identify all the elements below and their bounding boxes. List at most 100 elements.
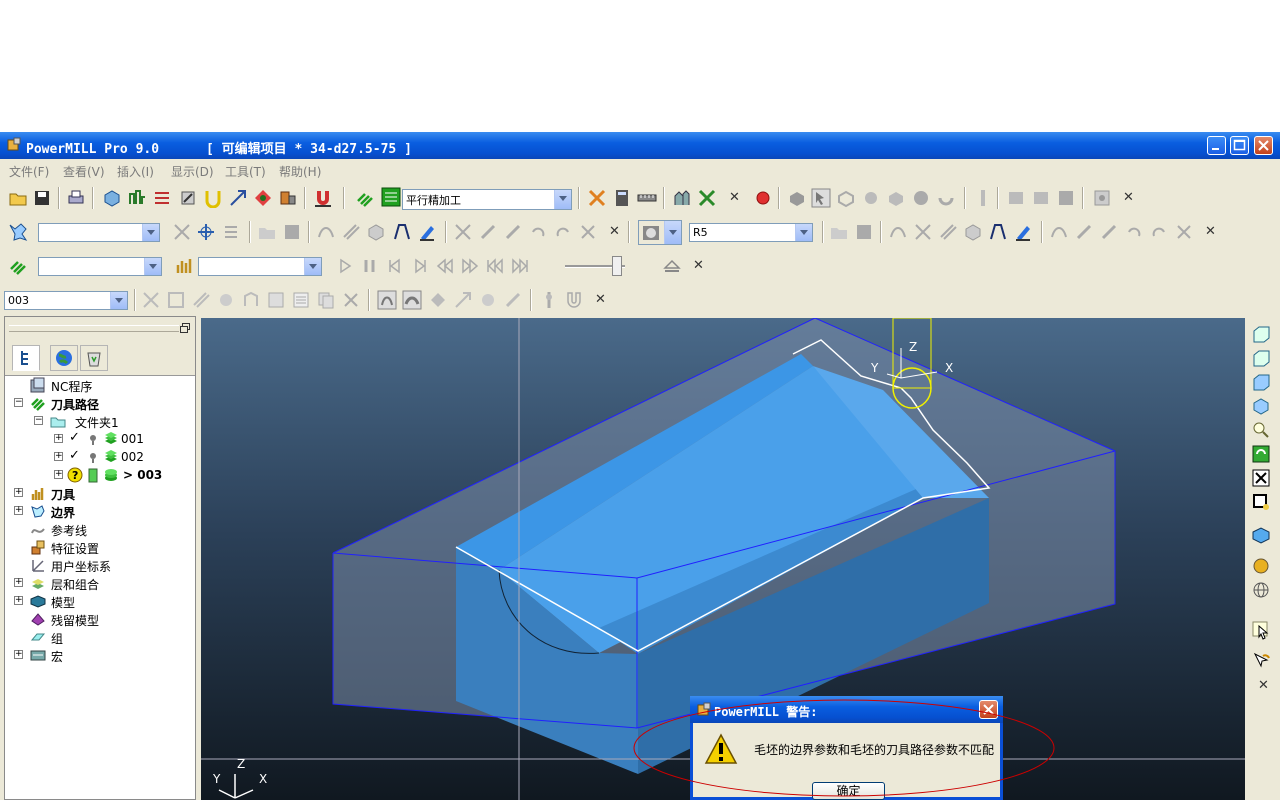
menu-display[interactable]: 显示(D) — [171, 163, 214, 180]
chevron-down-icon[interactable] — [142, 224, 159, 241]
offset-icon[interactable] — [341, 222, 361, 242]
tool-delete-icon[interactable] — [1049, 222, 1069, 242]
expand-icon[interactable]: + — [14, 506, 23, 515]
tool-holder-icon[interactable] — [175, 256, 195, 276]
strategy-combo[interactable]: 平行精加工 — [402, 189, 572, 210]
restore-icon[interactable] — [180, 323, 190, 333]
ruler-icon[interactable] — [973, 188, 993, 208]
step-forward-icon[interactable] — [410, 256, 430, 276]
toolpath-icon[interactable] — [8, 256, 28, 276]
slider-handle[interactable] — [612, 256, 622, 276]
redo-icon[interactable] — [553, 222, 573, 242]
panel-grip[interactable] — [9, 325, 179, 332]
tree-item-boundaries[interactable]: + 边界 — [5, 502, 195, 520]
tool-box-icon[interactable] — [963, 222, 983, 242]
boundary-icon[interactable] — [8, 222, 28, 242]
tree-item-groups[interactable]: 组 — [5, 628, 195, 646]
select-model-icon[interactable] — [811, 188, 831, 208]
menu-view[interactable]: 查看(V) — [63, 163, 105, 180]
tree-item-models[interactable]: + 模型 — [5, 592, 195, 610]
tool-curve-icon[interactable] — [888, 222, 908, 242]
tree-item-toolpath-003[interactable]: + ? > 003 — [5, 466, 195, 484]
chevron-down-icon[interactable] — [144, 258, 161, 275]
brush-icon[interactable] — [478, 222, 498, 242]
menu-file[interactable]: 文件(F) — [9, 163, 49, 180]
measure-icon[interactable] — [637, 188, 657, 208]
leads-links-icon[interactable] — [152, 188, 172, 208]
toolpath-view-icon[interactable] — [377, 290, 397, 310]
pen-icon[interactable] — [417, 222, 437, 242]
menu-help[interactable]: 帮助(H) — [279, 163, 321, 180]
rewind-icon[interactable] — [435, 256, 455, 276]
tool-brush-icon[interactable] — [1074, 222, 1094, 242]
delete-toolpath-icon[interactable] — [341, 290, 361, 310]
toolbar-close-icon[interactable]: ✕ — [1123, 190, 1134, 205]
boundary-save-icon[interactable] — [282, 222, 302, 242]
collapse-icon[interactable]: − — [34, 416, 43, 425]
pie-select-icon[interactable] — [911, 188, 931, 208]
edit-toolpath-icon[interactable] — [141, 290, 161, 310]
tree-item-levels[interactable]: + 层和组合 — [5, 574, 195, 592]
copy-icon[interactable] — [1031, 188, 1051, 208]
tool-scissors-icon[interactable] — [1174, 222, 1194, 242]
cut-icon[interactable] — [1006, 188, 1026, 208]
chevron-down-icon[interactable] — [795, 224, 812, 241]
boundary-open-icon[interactable] — [257, 222, 277, 242]
tree-item-toolpath-001[interactable]: + ✓ 001 — [5, 430, 195, 448]
eject-icon[interactable] — [662, 256, 682, 276]
toolbar-close-icon[interactable]: ✕ — [609, 224, 620, 239]
calculator-icon[interactable] — [612, 188, 632, 208]
tool-axis-icon[interactable] — [228, 188, 248, 208]
collapse-icon[interactable]: − — [14, 398, 23, 407]
toolbar-close-icon[interactable]: ✕ — [1205, 224, 1216, 239]
simulation-tool-combo[interactable] — [198, 257, 322, 276]
open-folder-icon[interactable] — [8, 188, 28, 208]
tree-item-toolpath-002[interactable]: + ✓ 002 — [5, 448, 195, 466]
collision-check-icon[interactable] — [697, 188, 717, 208]
scissors-icon[interactable] — [578, 222, 598, 242]
title-bar[interactable]: PowerMILL Pro 9.0 [ 可编辑项目 * 34-d27.5-75 … — [0, 132, 1280, 159]
tool-open-icon[interactable] — [829, 222, 849, 242]
tool-eraser-icon[interactable] — [1099, 222, 1119, 242]
simulation-toolpath-combo[interactable] — [38, 257, 162, 276]
component-icon[interactable] — [886, 188, 906, 208]
feeds-speeds-icon[interactable] — [127, 188, 147, 208]
block-icon[interactable] — [102, 188, 122, 208]
collision-icon[interactable] — [503, 290, 523, 310]
pause-icon[interactable] — [360, 256, 380, 276]
tree-item-tools[interactable]: + 刀具 — [5, 484, 195, 502]
sphere-icon[interactable] — [1251, 556, 1271, 576]
calculate-icon[interactable] — [587, 188, 607, 208]
tool-star-icon[interactable] — [913, 222, 933, 242]
reorder-icon[interactable] — [241, 290, 261, 310]
shaded-model-icon[interactable] — [1251, 524, 1271, 544]
view-side-icon[interactable] — [1251, 348, 1271, 368]
tool-position-icon[interactable] — [478, 290, 498, 310]
copy-toolpath-icon[interactable] — [316, 290, 336, 310]
expand-icon[interactable]: + — [54, 434, 63, 443]
toolpath-shaded-icon[interactable] — [402, 290, 422, 310]
boundary-list-icon[interactable] — [221, 222, 241, 242]
select-cursor-icon[interactable] — [1251, 620, 1271, 640]
boundary-combo[interactable] — [38, 223, 160, 242]
toolbar-close-icon[interactable]: ✕ — [595, 292, 606, 307]
toolbar-close-icon[interactable]: ✕ — [693, 258, 704, 273]
boundary-edit-icon[interactable] — [172, 222, 192, 242]
close-button[interactable] — [1254, 136, 1273, 155]
tree-item-nc-programs[interactable]: NC程序 — [5, 376, 195, 394]
region-icon[interactable] — [166, 290, 186, 310]
tab-globe[interactable] — [50, 345, 78, 371]
check-icon[interactable]: ✓ — [69, 448, 80, 463]
undo-select-icon[interactable] — [1251, 650, 1271, 670]
boundary-delete-icon[interactable] — [453, 222, 473, 242]
tool-pen-icon[interactable] — [1013, 222, 1033, 242]
split-icon[interactable] — [266, 290, 286, 310]
direction-icon[interactable] — [453, 290, 473, 310]
chevron-down-icon[interactable] — [110, 292, 127, 309]
tool-save-icon[interactable] — [854, 222, 874, 242]
view-top-icon[interactable] — [1251, 372, 1271, 392]
limit-icon[interactable] — [191, 290, 211, 310]
tree-item-folder1[interactable]: − 文件夹1 — [5, 412, 195, 430]
stock-model-icon[interactable] — [672, 188, 692, 208]
chevron-down-icon[interactable] — [554, 190, 571, 209]
